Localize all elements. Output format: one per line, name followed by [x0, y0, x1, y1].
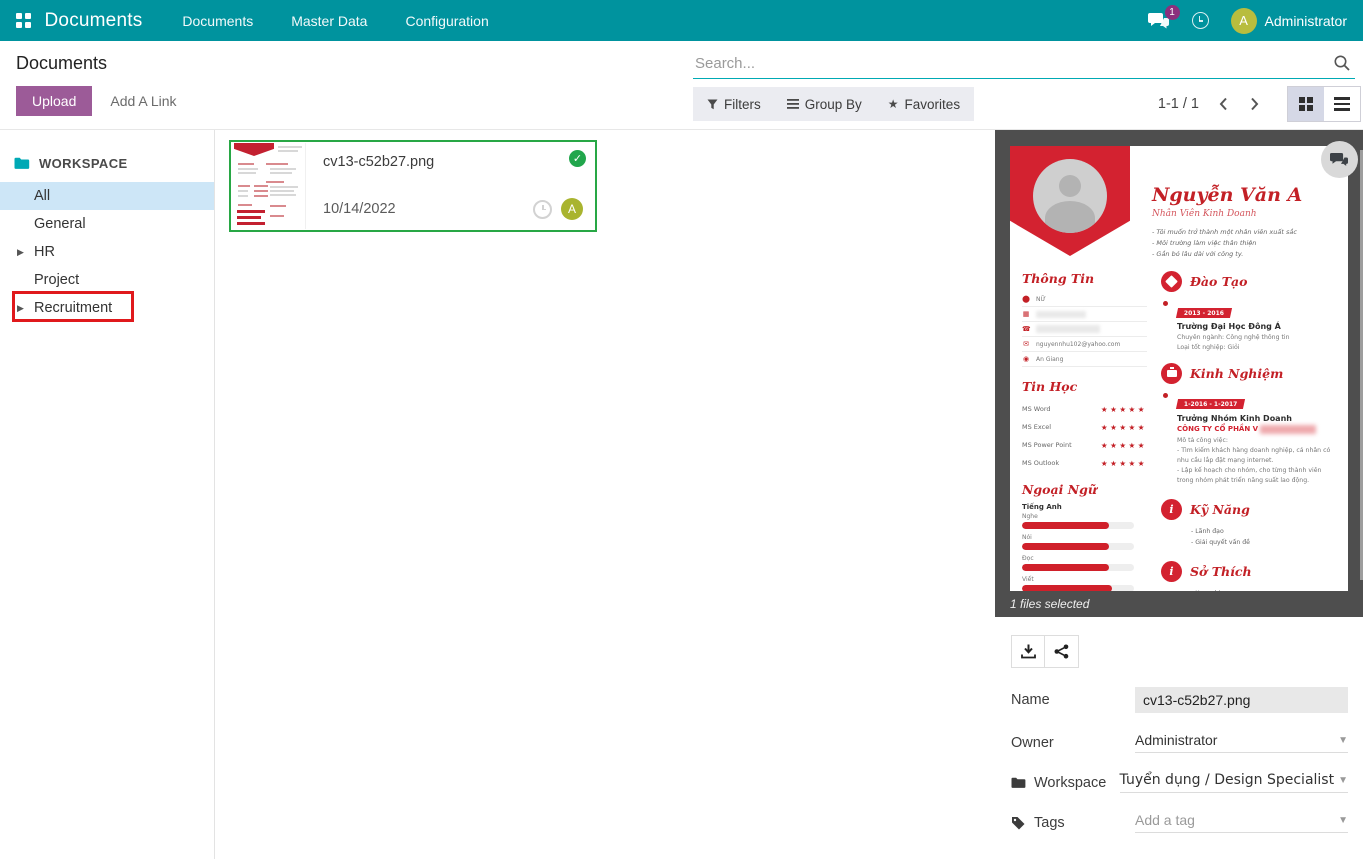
cv-skills-heading: Kỹ Năng: [1190, 502, 1250, 517]
chevron-down-icon: ▼: [1338, 735, 1348, 746]
search-options-group: Filters Group By ★ Favorites: [693, 87, 974, 121]
messages-button[interactable]: 1: [1148, 12, 1170, 30]
owner-avatar[interactable]: A: [561, 198, 583, 220]
name-field-input[interactable]: [1135, 687, 1348, 713]
blurred-company: [1260, 425, 1316, 434]
share-button[interactable]: [1045, 635, 1079, 668]
share-icon: [1054, 644, 1069, 659]
apps-menu-icon[interactable]: [16, 13, 31, 28]
owner-field-label: Owner: [1011, 735, 1135, 751]
document-card[interactable]: cv13-c52b27.png 10/14/2022 A ✓: [229, 140, 597, 232]
sidebar-item-all[interactable]: All: [0, 182, 214, 210]
folder-icon: [1011, 777, 1026, 789]
favorites-button[interactable]: ★ Favorites: [888, 97, 960, 112]
hobby-info-icon: i: [1161, 561, 1182, 582]
skills-info-icon: i: [1161, 499, 1182, 520]
funnel-icon: [707, 99, 718, 110]
cv-job-title: Nhân Viên Kinh Doanh: [1152, 209, 1342, 219]
upload-button[interactable]: Upload: [16, 86, 92, 116]
activities-clock-icon[interactable]: [1192, 12, 1209, 29]
cv-info-heading: Thông Tin: [1022, 271, 1147, 286]
sidebar-item-general[interactable]: General: [0, 210, 214, 238]
selected-check-icon[interactable]: ✓: [569, 150, 586, 167]
workspace-sidebar: WORKSPACE All General ▶ HR Project ▶ Rec…: [0, 130, 215, 859]
workspace-field-label: Workspace: [1011, 775, 1120, 791]
navbar-menu: Documents Master Data Configuration: [182, 13, 488, 29]
menu-master-data[interactable]: Master Data: [291, 13, 367, 29]
filters-button[interactable]: Filters: [707, 97, 761, 112]
pager-previous-button[interactable]: [1217, 95, 1230, 113]
name-field-label: Name: [1011, 692, 1135, 708]
user-avatar: A: [1231, 8, 1257, 34]
add-a-link-button[interactable]: Add A Link: [96, 86, 190, 116]
folder-icon: [14, 157, 30, 170]
cv-candidate-name: Nguyễn Văn A: [1152, 184, 1342, 206]
cv-preview-image[interactable]: Nguyễn Văn A Nhân Viên Kinh Doanh - Tôi …: [1010, 146, 1348, 591]
tags-field-label: Tags: [1011, 815, 1135, 831]
breadcrumb: Documents: [16, 53, 677, 74]
chevron-down-icon: ▼: [1338, 775, 1348, 786]
document-date: 10/14/2022: [323, 201, 396, 217]
control-panel: Documents Upload Add A Link Filters: [0, 41, 1363, 130]
messages-badge: 1: [1165, 5, 1180, 20]
experience-icon: [1161, 363, 1182, 384]
search-input[interactable]: [693, 51, 1333, 78]
user-menu[interactable]: A Administrator: [1231, 8, 1347, 34]
caret-right-icon[interactable]: ▶: [17, 247, 24, 258]
caret-right-icon[interactable]: ▶: [17, 303, 24, 314]
group-by-button[interactable]: Group By: [787, 97, 862, 112]
app-brand[interactable]: Documents: [45, 10, 143, 32]
view-switcher: [1287, 86, 1361, 122]
sidebar-item-hr[interactable]: ▶ HR: [0, 238, 214, 266]
documents-kanban-area: cv13-c52b27.png 10/14/2022 A ✓: [215, 130, 995, 859]
user-name: Administrator: [1265, 13, 1347, 29]
pager-range: 1-1 / 1: [1158, 96, 1199, 112]
chatter-toggle-button[interactable]: [1321, 141, 1358, 178]
tags-input[interactable]: Add a tag ▼: [1135, 812, 1348, 833]
cv-computer-heading: Tin Học: [1022, 379, 1147, 394]
pager-next-button[interactable]: [1248, 95, 1261, 113]
chat-bubble-icon: [1330, 152, 1349, 168]
star-icon: ★: [888, 97, 899, 111]
cv-hobby-heading: Sở Thích: [1190, 564, 1252, 579]
cv-experience-heading: Kinh Nghiệm: [1190, 366, 1283, 381]
group-by-icon: [787, 99, 799, 109]
document-thumbnail: [232, 143, 306, 229]
cv-language-heading: Ngoại Ngữ: [1022, 482, 1147, 497]
blurred-birthdate: [1036, 311, 1086, 318]
cv-objectives: - Tôi muốn trở thành một nhân viên xuất …: [1152, 227, 1342, 260]
cv-education-heading: Đào Tạo: [1190, 274, 1247, 289]
search-icon[interactable]: [1333, 54, 1351, 72]
document-filename: cv13-c52b27.png: [323, 154, 583, 170]
tag-icon: [1011, 816, 1026, 830]
list-view-button[interactable]: [1324, 87, 1360, 121]
education-icon: [1161, 271, 1182, 292]
kanban-icon: [1299, 97, 1313, 111]
owner-select[interactable]: Administrator ▼: [1135, 732, 1348, 753]
files-selected-status: 1 files selected: [995, 591, 1363, 617]
top-navbar: Documents Documents Master Data Configur…: [0, 0, 1363, 41]
chevron-down-icon: ▼: [1338, 815, 1348, 826]
preview-panel: Nguyễn Văn A Nhân Viên Kinh Doanh - Tôi …: [995, 130, 1363, 859]
kanban-view-button[interactable]: [1288, 87, 1324, 121]
download-button[interactable]: [1011, 635, 1045, 668]
blurred-phone: [1036, 325, 1100, 333]
cv-shield-shape: [1010, 146, 1130, 256]
sidebar-item-project[interactable]: Project: [0, 266, 214, 294]
menu-documents[interactable]: Documents: [182, 13, 253, 29]
cv-avatar-placeholder: [1033, 159, 1107, 233]
download-icon: [1021, 644, 1036, 659]
document-details: Name Owner Administrator ▼ Workspace: [995, 617, 1363, 859]
list-icon: [1334, 97, 1350, 111]
menu-configuration[interactable]: Configuration: [405, 13, 488, 29]
workspace-header: WORKSPACE: [0, 150, 214, 176]
activity-clock-icon[interactable]: [533, 200, 552, 219]
workspace-select[interactable]: Tuyển dụng / Design Specialist ▼: [1120, 772, 1348, 793]
sidebar-item-recruitment[interactable]: ▶ Recruitment: [0, 294, 214, 322]
